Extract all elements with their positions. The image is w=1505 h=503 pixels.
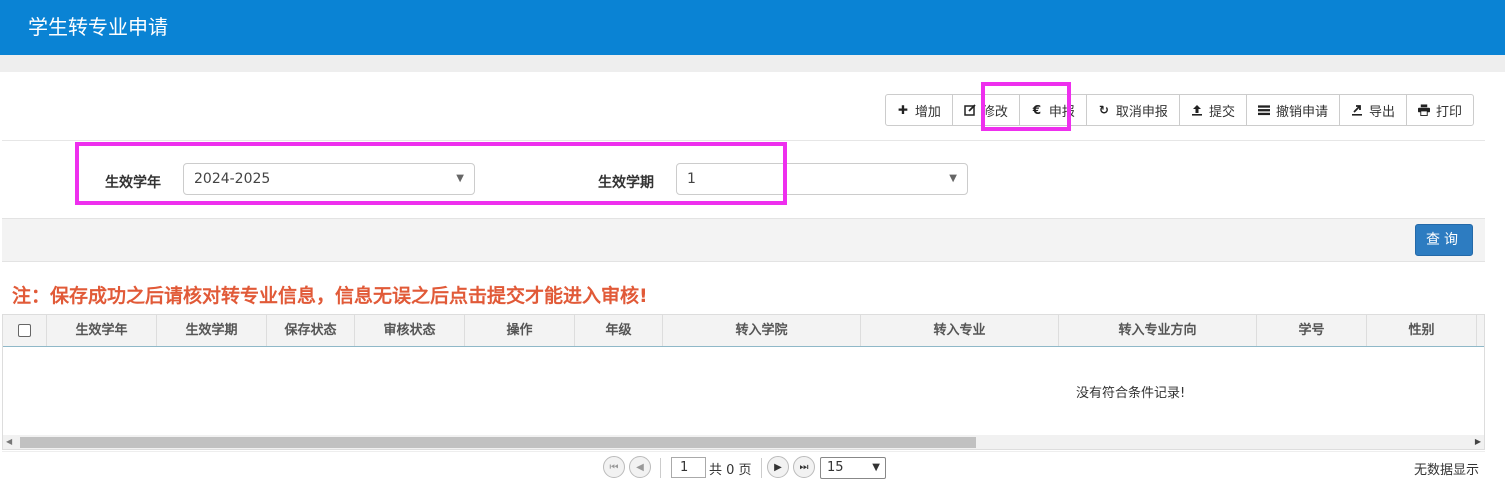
app-header: 学生转专业申请 (0, 0, 1505, 55)
query-button[interactable]: 查询 (1415, 224, 1473, 256)
add-button[interactable]: ✚ 增加 (886, 95, 953, 125)
pager-info: 无数据显示 (1413, 463, 1479, 478)
scrollbar-thumb[interactable] (20, 437, 976, 448)
select-all-cell (3, 315, 47, 346)
export-icon (1351, 104, 1363, 116)
col-header[interactable]: 保存状态 (267, 315, 355, 346)
refresh-icon: ↻ (1098, 103, 1109, 117)
page-size-select[interactable]: 15 ▼ (820, 457, 886, 479)
query-bar: 查询 (2, 218, 1485, 262)
col-header[interactable]: 性别 (1367, 315, 1477, 346)
col-header[interactable]: 操作 (465, 315, 575, 346)
print-label: 打印 (1435, 104, 1462, 120)
chevron-down-icon: ▼ (949, 173, 957, 184)
col-header[interactable]: 学号 (1257, 315, 1367, 346)
scroll-left-icon[interactable]: ◀ (6, 435, 12, 449)
page-input[interactable]: 1 (671, 457, 706, 478)
data-table: 生效学年 生效学期 保存状态 审核状态 操作 年级 转入学院 转入专业 转入专业… (2, 314, 1485, 450)
select-all-checkbox[interactable] (18, 324, 31, 337)
col-header[interactable]: 转入学院 (663, 315, 861, 346)
revoke-label: 撤销申请 (1275, 104, 1328, 120)
add-label: 增加 (914, 104, 941, 120)
plus-icon: ✚ (897, 103, 908, 117)
pager-divider (761, 458, 762, 478)
cancel-declare-label: 取消申报 (1115, 104, 1168, 120)
page-size-value: 15 (827, 460, 844, 475)
col-header[interactable]: 转入专业 (861, 315, 1059, 346)
print-button[interactable]: 打印 (1407, 95, 1473, 125)
horizontal-scrollbar[interactable]: ◀ ▶ (3, 435, 1484, 449)
last-page-icon[interactable]: ⏭ (793, 456, 815, 478)
table-header: 生效学年 生效学期 保存状态 审核状态 操作 年级 转入学院 转入专业 转入专业… (3, 315, 1484, 347)
col-header[interactable]: 年级 (575, 315, 663, 346)
submit-button[interactable]: 提交 (1180, 95, 1247, 125)
export-label: 导出 (1368, 104, 1395, 120)
prev-page-icon[interactable]: ◀ (629, 456, 651, 478)
highlight-declare-box (981, 82, 1071, 131)
export-button[interactable]: 导出 (1340, 95, 1407, 125)
empty-message: 没有符合条件记录! (1076, 386, 1186, 401)
col-header[interactable]: 转入专业方向 (1059, 315, 1257, 346)
upload-icon (1191, 104, 1203, 116)
edit-icon (964, 104, 976, 116)
total-pages: 共 0 页 (709, 463, 752, 478)
revoke-button[interactable]: 撤销申请 (1247, 95, 1340, 125)
pagination: ⏮ ◀ 1 共 0 页 ▶ ⏭ 15 ▼ 无数据显示 (2, 451, 1485, 483)
col-header[interactable]: 审核状态 (355, 315, 465, 346)
page-title: 学生转专业申请 (28, 15, 168, 39)
submit-label: 提交 (1208, 104, 1235, 120)
pager-divider (660, 458, 661, 478)
toolbar: ✚ 增加 修改 € 申报 ↻ 取消申报 提交 撤销申请 导出 打印 (884, 94, 1474, 126)
cancel-declare-button[interactable]: ↻ 取消申报 (1087, 95, 1180, 125)
notice-text: 注：保存成功之后请核对转专业信息，信息无误之后点击提交才能进入审核! (12, 285, 648, 307)
highlight-filter-box (75, 142, 787, 205)
col-header[interactable]: 生效学年 (47, 315, 157, 346)
next-page-icon[interactable]: ▶ (767, 456, 789, 478)
col-header[interactable]: 生效学期 (157, 315, 267, 346)
header-gap (0, 55, 1505, 72)
print-icon (1417, 104, 1430, 116)
chevron-down-icon: ▼ (872, 462, 880, 473)
first-page-icon[interactable]: ⏮ (603, 456, 625, 478)
list-icon (1257, 104, 1270, 116)
scroll-right-icon[interactable]: ▶ (1475, 435, 1481, 449)
